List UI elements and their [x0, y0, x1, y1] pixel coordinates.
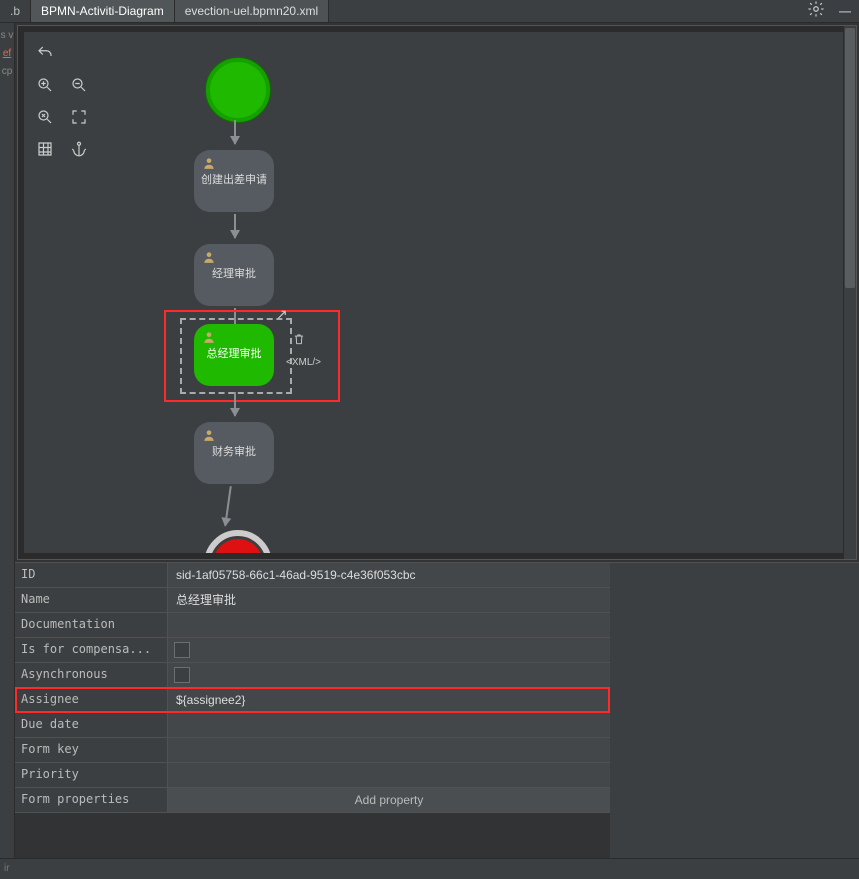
task-general-manager-approval[interactable]: 总经理审批 [194, 324, 274, 386]
anchor-icon[interactable] [66, 136, 92, 162]
task-manager-approval[interactable]: 经理审批 [194, 244, 274, 306]
prop-id-value[interactable] [168, 563, 610, 587]
prop-row-id: ID [15, 563, 610, 588]
prop-label: Is for compensa... [15, 638, 168, 662]
prop-label: Documentation [15, 613, 168, 637]
fullscreen-icon[interactable] [66, 104, 92, 130]
user-icon [202, 330, 216, 349]
task-create-evection[interactable]: 创建出差申请 [194, 150, 274, 212]
prop-id-input[interactable] [174, 566, 604, 585]
asynchronous-checkbox[interactable] [174, 667, 190, 683]
task-label: 总经理审批 [207, 347, 262, 362]
prop-row-due-date: Due date [15, 713, 610, 738]
prop-form-key-value[interactable] [168, 738, 610, 762]
prop-label: Form properties [15, 788, 168, 812]
start-event[interactable] [206, 58, 270, 122]
zoom-fit-icon[interactable] [32, 104, 58, 130]
prop-documentation-value[interactable] [168, 613, 610, 637]
grid-icon[interactable] [32, 136, 58, 162]
resize-handle-icon[interactable]: ↗ [276, 305, 288, 325]
prop-due-date-value[interactable] [168, 713, 610, 737]
add-property-button[interactable]: Add property [168, 788, 610, 812]
user-icon [202, 428, 216, 447]
gutter-label-1: s v [1, 29, 14, 43]
zoom-in-icon[interactable] [32, 72, 58, 98]
prop-label: Priority [15, 763, 168, 787]
prop-name-value[interactable] [168, 588, 610, 612]
task-label: 创建出差申请 [201, 173, 267, 188]
prop-label: ID [15, 563, 168, 587]
prop-assignee-input[interactable] [174, 691, 604, 710]
scrollbar-vertical[interactable] [843, 26, 856, 559]
left-gutter: s v ef cp [0, 23, 15, 858]
task-label: 财务审批 [212, 445, 256, 460]
prop-form-key-input[interactable] [174, 741, 604, 760]
prop-label: Assignee [15, 688, 168, 712]
minimize-icon[interactable]: — [831, 3, 859, 20]
prop-priority-input[interactable] [174, 766, 604, 785]
prop-asynchronous-value[interactable] [168, 663, 610, 687]
prop-row-form-key: Form key [15, 738, 610, 763]
tab-file[interactable]: evection-uel.bpmn20.xml [175, 0, 329, 22]
prop-row-priority: Priority [15, 763, 610, 788]
prop-label: Due date [15, 713, 168, 737]
diagram-toolbox [32, 40, 94, 162]
prop-row-documentation: Documentation [15, 613, 610, 638]
prop-row-asynchronous: Asynchronous [15, 663, 610, 688]
prop-label: Form key [15, 738, 168, 762]
status-text: ir [4, 862, 10, 876]
prop-priority-value[interactable] [168, 763, 610, 787]
compensation-checkbox[interactable] [174, 642, 190, 658]
prop-label: Name [15, 588, 168, 612]
zoom-out-icon[interactable] [66, 72, 92, 98]
end-event[interactable] [204, 530, 272, 553]
gear-icon[interactable] [801, 0, 831, 22]
gutter-label-2: ef [3, 47, 11, 61]
prop-row-form-properties: Form properties Add property [15, 788, 610, 813]
xml-action[interactable]: <XML/> [286, 356, 321, 370]
prop-due-date-input[interactable] [174, 716, 604, 735]
tab-fragment[interactable]: .b [0, 0, 31, 22]
user-icon [202, 250, 216, 269]
trash-icon[interactable] [292, 332, 306, 352]
prop-row-assignee: Assignee [15, 688, 610, 713]
prop-name-input[interactable] [174, 591, 604, 610]
prop-documentation-input[interactable] [174, 616, 604, 635]
properties-panel: ID Name Documentation Is for compensa... [15, 562, 859, 858]
prop-compensation-value[interactable] [168, 638, 610, 662]
prop-assignee-value[interactable] [168, 688, 610, 712]
prop-row-name: Name [15, 588, 610, 613]
task-finance-approval[interactable]: 财务审批 [194, 422, 274, 484]
gutter-label-3: cp [2, 65, 13, 79]
prop-label: Asynchronous [15, 663, 168, 687]
status-bar: ir [0, 858, 859, 879]
diagram-canvas[interactable]: 创建出差申请 经理审批 ↗ 总经理审批 [17, 25, 857, 560]
scrollbar-thumb[interactable] [845, 28, 855, 288]
properties-right-pane [610, 563, 859, 858]
prop-row-compensation: Is for compensa... [15, 638, 610, 663]
undo-icon[interactable] [32, 40, 58, 66]
tab-bpmn-diagram[interactable]: BPMN-Activiti-Diagram [31, 0, 175, 22]
task-label: 经理审批 [212, 267, 256, 282]
title-bar: .b BPMN-Activiti-Diagram evection-uel.bp… [0, 0, 859, 23]
user-icon [202, 156, 216, 175]
